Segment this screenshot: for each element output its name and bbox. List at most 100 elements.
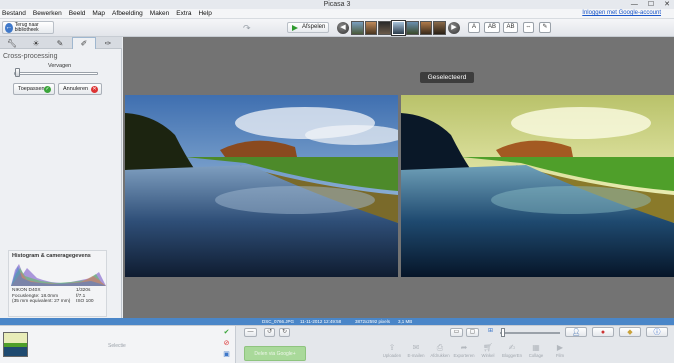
close-icon[interactable]: ✕ [664,1,670,8]
effect-title: Cross-processing [3,53,58,60]
text-ab-large-button[interactable]: AB [503,22,518,33]
back-to-library-button[interactable]: ← Terug naar bibliotheek [2,21,54,34]
share-label: Delen via Google+ [254,351,296,357]
tray-minus-icon[interactable]: — [244,328,257,337]
window-title: Picasa 3 [323,1,351,8]
zoom-icon[interactable]: ⊞ [485,328,496,337]
apply-label: Toepassen [18,86,45,92]
play-label: Afspelen [302,24,326,30]
zoom-slider[interactable] [500,332,560,334]
action-print-label: Afdrukken [430,353,450,358]
tray-thumbnail[interactable] [3,332,28,357]
filmstrip [351,20,447,36]
filmstrip-thumb[interactable] [433,21,447,35]
compare-icon[interactable]: ⇔ [523,22,534,33]
text-a-button[interactable]: A [468,22,480,33]
effects-icon: ✐ [80,39,88,48]
text-ab-button[interactable]: AB [484,22,500,33]
toolbar: ← Terug naar bibliotheek ↷ Afspelen ◀ ▶ … [0,19,674,37]
action-upload[interactable]: ⇪ Uploaden [380,343,404,358]
brush-icon: ✎ [56,38,64,48]
tab-more-effects[interactable]: ✐ [72,37,96,49]
apply-button[interactable]: Toepassen ✓ [13,83,55,95]
filmstrip-thumb[interactable] [419,21,433,35]
tab-more-effects-2[interactable]: ✑ [96,37,120,49]
action-email-label: E-mailen [407,353,425,358]
menu-extra[interactable]: Extra [176,10,191,17]
menu-bewerken[interactable]: Bewerken [33,10,62,17]
action-blog-label: BloggerEn [501,353,523,358]
menu-map[interactable]: Map [92,10,105,17]
rotate-left-icon[interactable]: ↺ [264,328,275,337]
focal-equivalent: (35 mm equivalent: 27 mm) [12,299,71,304]
tab-basic-fixes[interactable]: 🔧︎ [0,37,24,49]
blog-icon: ✍ [508,343,516,352]
selected-label: Geselecteerd [420,72,474,83]
iso: ISO 100 [76,299,94,304]
status-filename: DSC_0766.JPG [262,319,295,324]
menu-beeld[interactable]: Beeld [69,10,86,17]
action-export[interactable]: ➦ Exporteren [452,343,476,358]
menu-bestand[interactable]: Bestand [2,10,26,17]
edit-icon[interactable]: ✎ [539,22,551,33]
status-dimensions: 3872x2592 pixels [355,319,391,324]
email-icon: ✉ [412,343,420,352]
places-button[interactable]: ● [592,327,614,337]
action-collage[interactable]: ▦ Collage [524,343,548,358]
filmstrip-thumb-selected[interactable] [391,20,406,36]
share-google-plus-button[interactable]: Delen via Google+ [244,346,306,361]
original-photo[interactable] [125,95,398,277]
maximize-icon[interactable]: ☐ [648,1,654,8]
action-upload-label: Uploaden [382,353,402,358]
movie-icon: ▶ [556,343,564,352]
action-collage-label: Collage [528,353,544,358]
edited-photo[interactable] [401,95,674,277]
people-button[interactable]: 👤︎ [565,327,587,337]
sun-icon: ☀ [32,38,40,48]
zoom-slider-thumb[interactable] [501,328,505,337]
action-print[interactable]: ⎙ Afdrukken [428,343,452,358]
tab-effects[interactable]: ✎ [48,37,72,49]
filmstrip-thumb[interactable] [351,21,364,35]
tags-button[interactable]: ◆ [619,327,641,337]
hold-icon[interactable]: ✔ [222,329,231,337]
fade-slider[interactable] [14,72,98,75]
menu-help[interactable]: Help [198,10,211,17]
status-bar: DSC_0766.JPG 11-11-2012 12:49:58 3872x25… [0,318,674,325]
filmstrip-thumb[interactable] [378,21,392,35]
play-slideshow-button[interactable]: Afspelen [287,22,329,33]
info-button[interactable]: ⓘ [646,327,668,337]
upload-icon: ⇪ [388,343,396,352]
fade-slider-thumb[interactable] [15,68,20,77]
camera-info: NIKON D40X Focuslengte: 18.0mm (35 mm eq… [12,288,70,305]
view-small-icon[interactable]: ▭ [450,328,463,337]
rotate-right-icon[interactable]: ↻ [279,328,290,337]
menu-maken[interactable]: Maken [150,10,170,17]
selection-tray: Selectie ✔ ⊘ ▣ [0,326,236,363]
add-to-album-icon[interactable]: ▣ [222,351,231,359]
filmstrip-thumb[interactable] [405,21,419,35]
previous-photo-icon[interactable]: ◀ [337,22,349,34]
next-photo-icon[interactable]: ▶ [448,22,460,34]
action-movie[interactable]: ▶ Film [548,343,572,358]
back-arrow-icon: ← [5,22,13,33]
edit-tabs: 🔧︎ ☀ ✎ ✐ ✑ [0,37,122,49]
filmstrip-thumb[interactable] [364,21,378,35]
menu-afbeelding[interactable]: Afbeelding [112,10,143,17]
action-movie-label: Film [555,353,565,358]
sign-in-link[interactable]: Inloggen met Google-account [582,10,661,16]
redo-icon[interactable]: ↷ [243,23,251,34]
map-pin-icon: ● [600,329,606,336]
view-large-icon[interactable]: ▢ [466,328,479,337]
action-email[interactable]: ✉ E-mailen [404,343,428,358]
histogram-graph [11,264,106,286]
cancel-button[interactable]: Annuleren ✕ [58,83,102,95]
action-shop[interactable]: 🛒︎ Winkel [476,343,500,358]
minimize-icon[interactable]: — [631,1,638,8]
menu-bar: Bestand Bewerken Beeld Map Afbeelding Ma… [0,9,674,19]
wrench-icon: 🔧︎ [6,38,18,48]
histogram-title: Histogram & cameragegevens [12,253,91,259]
tab-tuning[interactable]: ☀ [24,37,48,49]
action-blog[interactable]: ✍ BloggerEn [500,343,524,358]
clear-icon[interactable]: ⊘ [222,340,231,348]
